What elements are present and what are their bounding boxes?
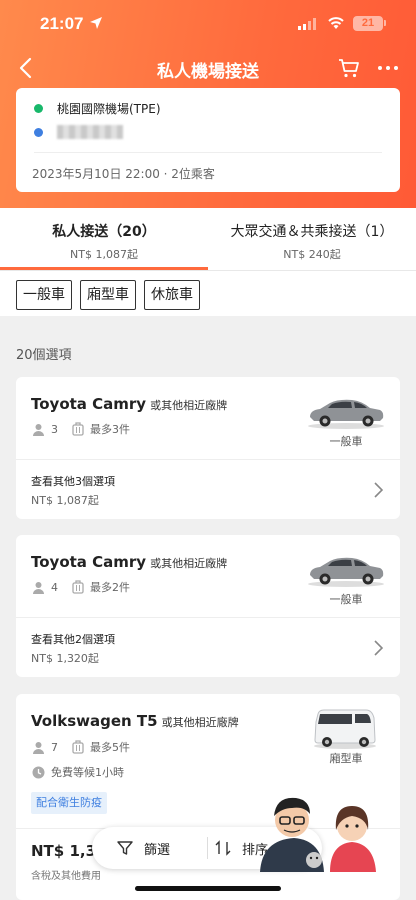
hygiene-badge: 配合衛生防疫 <box>31 792 107 814</box>
passenger-icon <box>33 581 44 594</box>
more-icon[interactable] <box>376 56 400 80</box>
chevron-right-icon[interactable] <box>372 639 384 657</box>
trip-summary-card[interactable]: 桃園國際機場(TPE) 2023年5月10日 22:00 · 2位乘客 <box>16 88 400 192</box>
tab-label: 私人接送（20） <box>52 224 156 240</box>
vehicle-filter-bar: 一般車 廂型車 休旅車 <box>0 270 416 316</box>
wifi-icon <box>328 17 344 29</box>
vehicle-model: Toyota Camry <box>31 553 147 571</box>
more-options-link[interactable]: 查看其他3個選項 <box>31 473 115 489</box>
vehicle-name: Toyota Camry 或其他相近廠牌 <box>31 553 227 571</box>
luggage-limit: 最多5件 <box>90 741 130 754</box>
vehicle-capacity: 4 最多2件 <box>32 579 130 595</box>
vehicle-capacity: 7 最多5件 <box>32 739 130 755</box>
free-wait-info: 免費等候1小時 <box>32 764 124 780</box>
watermark-sticker <box>260 797 376 872</box>
more-options-link[interactable]: 查看其他2個選項 <box>31 631 115 647</box>
divider <box>16 459 400 460</box>
location-arrow-icon <box>90 17 102 29</box>
vehicle-name: Toyota Camry 或其他相近廠牌 <box>31 395 227 413</box>
filter-chip-sedan[interactable]: 一般車 <box>16 280 72 310</box>
vehicle-type: 一般車 <box>329 593 363 606</box>
vehicle-model: Volkswagen T5 <box>31 712 158 730</box>
luggage-limit: 最多3件 <box>90 423 130 436</box>
van-car-image <box>314 709 376 749</box>
sedan-car-image <box>308 399 384 429</box>
passenger-count: 3 <box>51 422 58 436</box>
passenger-icon <box>33 423 44 436</box>
price-note: 含稅及其他費用 <box>31 871 101 882</box>
divider <box>34 152 382 153</box>
route-destination <box>34 123 123 141</box>
vehicle-capacity: 3 最多3件 <box>32 421 130 437</box>
from-price: NT$ 1,087起 <box>31 494 99 507</box>
from-price: NT$ 1,320起 <box>31 652 99 665</box>
vehicle-card[interactable]: Toyota Camry 或其他相近廠牌 4 最多2件 一般車 查看其他2個選項 … <box>16 535 400 677</box>
luggage-icon <box>72 580 84 594</box>
status-time: 21:07 <box>40 14 84 33</box>
vehicle-type: 一般車 <box>329 435 363 448</box>
vehicle-suffix: 或其他相近廠牌 <box>150 557 228 570</box>
vehicle-suffix: 或其他相近廠牌 <box>161 716 239 729</box>
vehicle-suffix: 或其他相近廠牌 <box>150 399 228 412</box>
chevron-right-icon[interactable] <box>372 481 384 499</box>
tab-shared-transfer[interactable]: 大眾交通＆共乘接送（1） NT$ 240起 <box>208 208 416 270</box>
vehicle-name: Volkswagen T5 或其他相近廠牌 <box>31 712 239 730</box>
tab-price: NT$ 240起 <box>283 248 341 261</box>
nav-bar: 私人機場接送 <box>0 50 416 86</box>
origin-label: 桃園國際機場(TPE) <box>57 101 161 116</box>
free-wait-text: 免費等候1小時 <box>51 766 124 779</box>
vehicle-type: 廂型車 <box>329 752 363 765</box>
vehicle-model: Toyota Camry <box>31 395 147 413</box>
tab-label: 大眾交通＆共乘接送（1） <box>230 224 394 240</box>
header: 21:07 21 私人機場接送 桃園國際機場(TPE) 2023年5月10日 2… <box>0 0 416 208</box>
trip-info: 2023年5月10日 22:00 · 2位乘客 <box>32 167 215 181</box>
battery-nub <box>384 20 386 26</box>
result-count: 20個選項 <box>16 348 72 363</box>
filter-button[interactable]: 篩選 <box>116 827 170 869</box>
passenger-count: 7 <box>51 740 58 754</box>
filter-label: 篩選 <box>144 842 171 858</box>
passenger-icon <box>33 741 44 754</box>
signal-icon <box>298 18 316 30</box>
vehicle-card[interactable]: Toyota Camry 或其他相近廠牌 3 最多3件 一般車 查看其他3個選項 … <box>16 377 400 519</box>
origin-dot-icon <box>34 103 43 113</box>
filter-icon <box>117 841 133 855</box>
tab-bar: 私人接送（20） NT$ 1,087起 大眾交通＆共乘接送（1） NT$ 240… <box>0 208 416 270</box>
sort-icon <box>215 840 231 856</box>
clock-icon <box>32 766 45 778</box>
cart-icon[interactable] <box>337 56 361 80</box>
sedan-car-image <box>308 557 384 587</box>
destination-label-redacted <box>57 125 123 139</box>
home-indicator <box>135 886 281 891</box>
tab-price: NT$ 1,087起 <box>70 248 138 261</box>
destination-dot-icon <box>34 127 43 137</box>
divider <box>16 617 400 618</box>
route-origin: 桃園國際機場(TPE) <box>34 99 161 117</box>
luggage-icon <box>72 422 84 436</box>
battery-icon: 21 <box>353 16 383 31</box>
tab-private-transfer[interactable]: 私人接送（20） NT$ 1,087起 <box>0 208 208 270</box>
passenger-count: 4 <box>51 580 58 594</box>
filter-chip-van[interactable]: 廂型車 <box>80 280 136 310</box>
filter-chip-suv[interactable]: 休旅車 <box>144 280 200 310</box>
status-bar: 21:07 21 <box>0 0 416 50</box>
divider <box>207 837 208 859</box>
luggage-limit: 最多2件 <box>90 581 130 594</box>
luggage-icon <box>72 740 84 754</box>
